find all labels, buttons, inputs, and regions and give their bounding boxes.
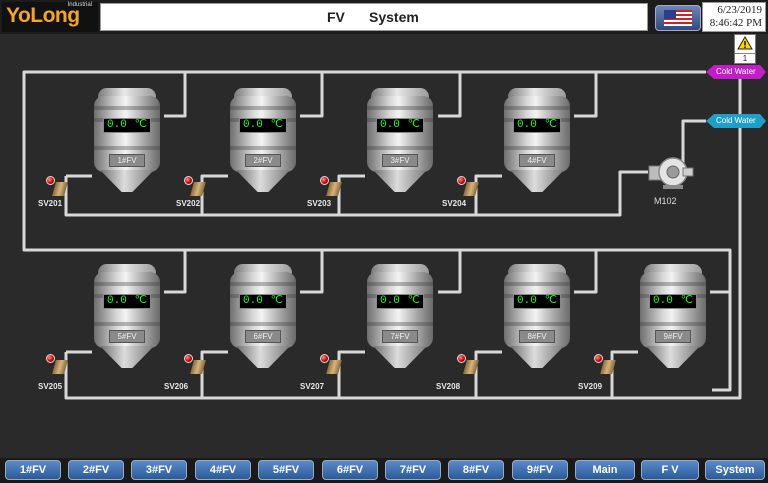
tank-name-label: 1#FV [109,154,145,167]
nav-fv-button[interactable]: F V [641,460,699,480]
pipe-network [22,70,748,400]
tank-name-label: 6#FV [245,330,281,343]
valve-label: SV201 [38,199,63,208]
valve-label: SV203 [307,199,332,208]
nav-9fv-button[interactable]: 9#FV [512,460,568,480]
valve-sv206[interactable] [184,354,210,376]
nav-main-button[interactable]: Main [575,460,635,480]
valve-label: SV204 [442,199,467,208]
tank-9fv[interactable]: 0.0 ℃ 9#FV [638,264,708,374]
tank-name-label: 9#FV [655,330,691,343]
valve-sv208[interactable] [457,354,483,376]
tank-8fv[interactable]: 0.0 ℃ 8#FV [502,264,572,374]
temperature-display: 0.0 ℃ [376,294,424,309]
temperature-display: 0.0 ℃ [239,118,287,133]
temperature-display: 0.0 ℃ [513,294,561,309]
tank-2fv[interactable]: 0.0 ℃ 2#FV [228,88,298,198]
cold-water-inlet-tag: Cold Water [706,114,766,128]
temperature-display: 0.0 ℃ [513,118,561,133]
valve-status-icon [184,354,193,363]
temperature-display: 0.0 ℃ [649,294,697,309]
valve-sv205[interactable] [46,354,72,376]
nav-7fv-button[interactable]: 7#FV [385,460,441,480]
temperature-display: 0.0 ℃ [239,294,287,309]
valve-label: SV205 [38,382,63,391]
bottom-nav-bar: 1#FV 2#FV 3#FV 4#FV 5#FV 6#FV 7#FV 8#FV … [0,458,768,483]
valve-status-icon [184,176,193,185]
nav-8fv-button[interactable]: 8#FV [448,460,504,480]
valve-status-icon [320,354,329,363]
pump-m102[interactable] [645,152,695,192]
nav-5fv-button[interactable]: 5#FV [258,460,314,480]
nav-1fv-button[interactable]: 1#FV [5,460,61,480]
valve-status-icon [457,176,466,185]
tank-name-label: 4#FV [519,154,555,167]
valve-sv209[interactable] [594,354,620,376]
nav-4fv-button[interactable]: 4#FV [195,460,251,480]
tank-7fv[interactable]: 0.0 ℃ 7#FV [365,264,435,374]
valve-sv207[interactable] [320,354,346,376]
valve-sv202[interactable] [184,176,210,198]
temperature-display: 0.0 ℃ [103,118,151,133]
valve-sv201[interactable] [46,176,72,198]
nav-3fv-button[interactable]: 3#FV [131,460,187,480]
valve-sv204[interactable] [457,176,483,198]
valve-label: SV207 [300,382,325,391]
pump-icon [648,157,694,189]
cold-water-outlet-tag: Cold Water [706,65,766,79]
valve-sv203[interactable] [320,176,346,198]
valve-status-icon [594,354,603,363]
valve-status-icon [320,176,329,185]
valve-label: SV206 [164,382,189,391]
tank-name-label: 3#FV [382,154,418,167]
valve-label: SV209 [578,382,603,391]
valve-label: SV208 [436,382,461,391]
tank-5fv[interactable]: 0.0 ℃ 5#FV [92,264,162,374]
valve-label: SV202 [176,199,201,208]
valve-status-icon [46,354,55,363]
valve-status-icon [46,176,55,185]
valve-status-icon [457,354,466,363]
temperature-display: 0.0 ℃ [376,118,424,133]
tank-name-label: 8#FV [519,330,555,343]
pump-label: M102 [654,196,677,206]
tank-1fv[interactable]: 0.0 ℃ 1#FV [92,88,162,198]
tank-name-label: 2#FV [245,154,281,167]
nav-6fv-button[interactable]: 6#FV [322,460,378,480]
tank-name-label: 7#FV [382,330,418,343]
tank-3fv[interactable]: 0.0 ℃ 3#FV [365,88,435,198]
nav-system-button[interactable]: System [705,460,765,480]
tank-name-label: 5#FV [109,330,145,343]
temperature-display: 0.0 ℃ [103,294,151,309]
tank-4fv[interactable]: 0.0 ℃ 4#FV [502,88,572,198]
nav-2fv-button[interactable]: 2#FV [68,460,124,480]
tank-6fv[interactable]: 0.0 ℃ 6#FV [228,264,298,374]
